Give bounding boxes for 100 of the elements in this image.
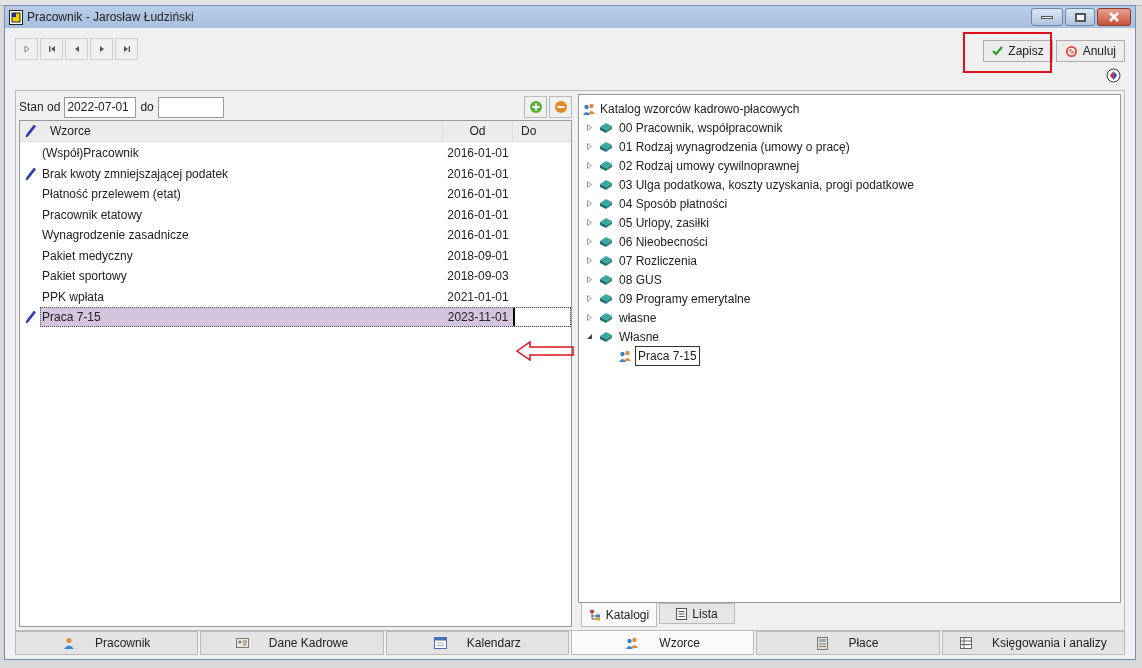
first-record-button[interactable] — [40, 38, 63, 60]
template-name: Wynagrodzenie zasadnicze — [41, 227, 190, 245]
person-icon — [63, 637, 75, 649]
table-row[interactable]: Pakiet sportowy 2018-09-03 — [40, 266, 571, 287]
book-icon — [599, 311, 613, 324]
from-date-field[interactable]: 2022-07-01 — [64, 96, 137, 118]
book-icon — [599, 292, 613, 305]
table-row[interactable]: Pracownik etatowy 2016-01-01 — [40, 204, 571, 225]
tab[interactable]: Lista — [659, 603, 735, 624]
app-icon — [9, 9, 23, 25]
from-date: 2018-09-03 — [446, 268, 510, 286]
column-header[interactable]: Do — [512, 122, 571, 140]
expanded-triangle-icon[interactable] — [586, 333, 593, 340]
stop-icon — [1064, 44, 1078, 58]
tree-item[interactable]: 02 Rodzaj umowy cywilnoprawnej — [619, 156, 800, 175]
collapsed-triangle-icon[interactable] — [586, 314, 593, 321]
tree-item[interactable]: Praca 7-15 — [635, 345, 700, 366]
edit-cell[interactable] — [513, 308, 570, 327]
skip-to-start-icon — [46, 44, 57, 54]
collapsed-triangle-icon[interactable] — [586, 238, 593, 245]
book-icon — [599, 159, 613, 172]
tree-item[interactable]: 00 Pracownik, współpracownik — [619, 118, 783, 137]
to-date-field[interactable] — [157, 96, 224, 118]
template-name: Pracownik etatowy — [41, 206, 144, 224]
tab[interactable]: Dane Kadrowe — [200, 631, 384, 655]
previous-record-button[interactable] — [65, 38, 88, 60]
tab[interactable]: Katalogi — [581, 603, 657, 627]
hierarchy-icon — [588, 608, 601, 621]
table-row[interactable]: Wynagrodzenie zasadnicze 2016-01-01 — [40, 225, 571, 246]
template-name: Praca 7-15 — [41, 309, 102, 327]
table-row[interactable]: (Współ)Pracownik 2016-01-01 — [40, 143, 571, 164]
table-row[interactable]: Praca 7-15 2023-11-01 — [40, 307, 571, 328]
template-name: Pakiet sportowy — [41, 268, 128, 286]
book-icon — [599, 254, 613, 267]
tree-item[interactable]: 03 Ulga podatkowa, koszty uzyskania, progi podatkowe — [619, 175, 914, 194]
save-button[interactable]: Zapisz — [983, 40, 1053, 62]
from-date: 2016-01-01 — [446, 186, 510, 204]
close-icon — [1108, 12, 1120, 22]
tab[interactable]: Kalendarz — [385, 631, 569, 655]
close-button[interactable] — [1097, 8, 1131, 26]
table-row[interactable]: PPK wpłata 2021-01-01 — [40, 286, 571, 307]
column-header[interactable]: Wzorce — [40, 122, 442, 140]
collapsed-triangle-icon[interactable] — [586, 219, 593, 226]
from-date: 2016-01-01 — [446, 145, 510, 163]
calculator-icon — [817, 636, 829, 650]
last-record-button[interactable] — [115, 38, 138, 60]
book-icon — [599, 140, 613, 153]
collapsed-triangle-icon[interactable] — [586, 257, 593, 264]
table-row[interactable]: Płatność przelewem (etat) 2016-01-01 — [40, 184, 571, 205]
book-icon — [599, 216, 613, 229]
window-title: Pracownik - Jarosław Łudziński — [27, 9, 194, 26]
maximize-button[interactable] — [1065, 8, 1095, 26]
book-icon — [599, 178, 613, 191]
cancel-button[interactable]: Anuluj — [1055, 40, 1125, 62]
next-record-button[interactable] — [90, 38, 113, 60]
skip-to-end-icon — [121, 44, 132, 54]
template-name: PPK wpłata — [41, 288, 106, 306]
tree-item[interactable]: własne — [619, 308, 657, 327]
tab[interactable]: Wzorce — [571, 631, 755, 655]
tab[interactable]: Księgowania i analizy — [941, 631, 1125, 655]
tab[interactable]: Płace — [756, 631, 940, 655]
template-name: Pakiet medyczny — [41, 247, 134, 265]
people-icon — [625, 636, 640, 649]
add-button[interactable] — [524, 96, 547, 118]
tree-item[interactable]: 04 Sposób płatności — [619, 194, 728, 213]
tree-item[interactable]: 09 Programy emerytalne — [619, 289, 751, 308]
tree-item[interactable]: 07 Rozliczenia — [619, 251, 698, 270]
arrow-drawing — [516, 341, 574, 361]
table-row[interactable]: Pakiet medyczny 2018-09-01 — [40, 245, 571, 266]
collapsed-triangle-icon[interactable] — [586, 181, 593, 188]
table-row[interactable]: Brak kwoty zmniejszającej podatek 2016-01-01 — [40, 163, 571, 184]
from-date: 2016-01-01 — [446, 206, 510, 224]
tree-item[interactable]: 05 Urlopy, zasiłki — [619, 213, 709, 232]
calendar-icon — [433, 637, 447, 649]
collapsed-triangle-icon[interactable] — [586, 200, 593, 207]
from-date: 2016-01-01 — [446, 227, 510, 245]
template-name: Brak kwoty zmniejszającej podatek — [41, 165, 230, 183]
checkmark-icon — [992, 46, 1004, 56]
collapsed-triangle-icon[interactable] — [586, 276, 593, 283]
list-icon — [676, 607, 688, 620]
remove-button[interactable] — [549, 96, 572, 118]
template-name: (Współ)Pracownik — [41, 145, 140, 163]
collapsed-triangle-icon[interactable] — [586, 295, 593, 302]
minimize-button[interactable] — [1031, 8, 1063, 26]
template-name: Płatność przelewem (etat) — [41, 186, 182, 204]
tab[interactable]: Pracownik — [15, 631, 199, 655]
direction-toggle-icon[interactable] — [1106, 68, 1121, 83]
book-icon — [599, 330, 613, 343]
collapsed-triangle-icon[interactable] — [586, 162, 593, 169]
collapsed-triangle-icon[interactable] — [586, 143, 593, 150]
tree-item[interactable]: 01 Rodzaj wynagrodzenia (umowy o pracę) — [619, 137, 850, 156]
tree-item[interactable]: Własne — [619, 327, 659, 346]
tree-root[interactable]: Katalog wzorców kadrowo-płacowych — [600, 99, 800, 118]
people-icon — [618, 349, 632, 362]
collapsed-triangle-icon[interactable] — [586, 124, 593, 131]
column-header[interactable]: Od — [442, 122, 512, 140]
table-icon — [959, 637, 972, 649]
tree-item[interactable]: 08 GUS — [619, 270, 662, 289]
book-icon — [599, 197, 613, 210]
tree-item[interactable]: 06 Nieobecności — [619, 232, 708, 251]
